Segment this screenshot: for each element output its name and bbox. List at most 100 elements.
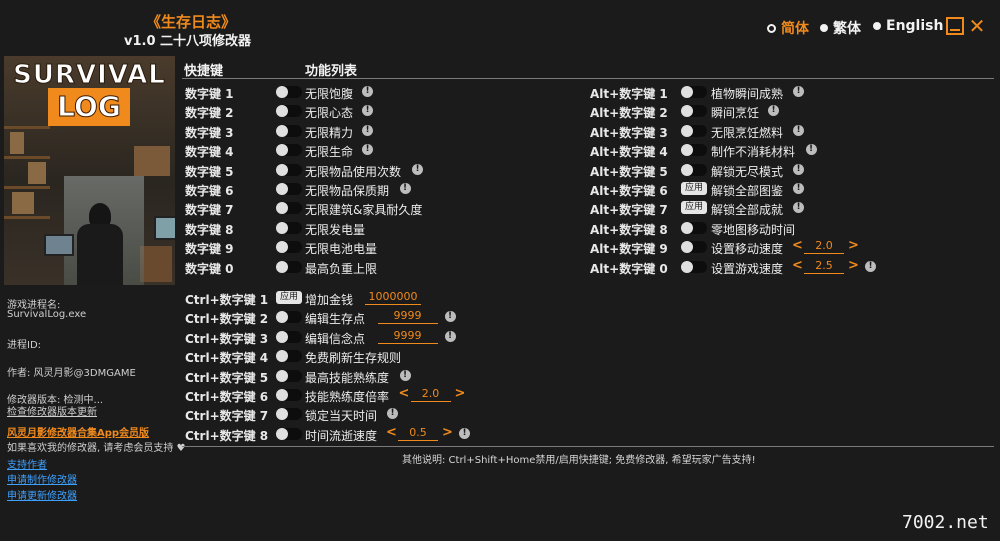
feature-label: 设置游戏速度 [711, 261, 784, 276]
hotkey-label: Alt+数字键 0 [590, 261, 668, 276]
member-app-link[interactable]: 风灵月影修改器合集App会员版 [7, 424, 149, 439]
support-author-link[interactable]: 支持作者 [7, 456, 47, 471]
value-input[interactable]: 2.0 [804, 239, 844, 255]
value-input[interactable]: 9999 [377, 329, 438, 344]
apply-button[interactable]: 应用 [681, 182, 707, 195]
feature-toggle[interactable] [276, 221, 302, 234]
feature-toggle[interactable] [276, 163, 302, 176]
feature-toggle[interactable] [681, 124, 707, 137]
feature-toggle[interactable] [276, 183, 302, 195]
hotkey-label: Alt+数字键 5 [590, 164, 668, 179]
warning-icon[interactable]: ! [805, 144, 817, 156]
feature-row: Ctrl+数字键 1 应用 增加金钱 1000000 [185, 288, 585, 308]
close-button[interactable]: ✕ [968, 16, 986, 36]
value-input[interactable]: 1000000 [365, 290, 421, 305]
warning-icon[interactable]: ! [362, 124, 373, 136]
feature-toggle[interactable] [276, 144, 302, 157]
apply-button[interactable]: 应用 [681, 201, 707, 215]
hotkey-label: Alt+数字键 8 [590, 222, 668, 237]
hotkey-label: Ctrl+数字键 8 [185, 428, 269, 443]
hotkey-label: Alt+数字键 2 [590, 106, 668, 121]
decrease-arrow-icon[interactable]: < [399, 386, 410, 401]
title-bar: 《生存日志》 v1.0 二十八项修改器 简体 繁体 English ✕ [0, 0, 1000, 56]
feature-label: 无限物品使用次数 [305, 164, 402, 179]
increase-arrow-icon[interactable]: > [442, 425, 453, 440]
decrease-arrow-icon[interactable]: < [792, 258, 803, 273]
warning-icon[interactable]: ! [459, 427, 470, 439]
increase-arrow-icon[interactable]: > [848, 258, 859, 273]
increase-arrow-icon[interactable]: > [455, 386, 466, 401]
warning-icon[interactable]: ! [793, 124, 804, 136]
site-watermark: 7002.net [902, 512, 989, 533]
warning-icon[interactable]: ! [387, 408, 398, 420]
feature-toggle[interactable] [681, 86, 707, 98]
warning-icon[interactable]: ! [793, 202, 804, 214]
request-update-link[interactable]: 申请更新修改器 [7, 487, 77, 502]
warning-icon[interactable]: ! [793, 163, 804, 175]
warning-icon[interactable]: ! [793, 86, 804, 97]
feature-toggle[interactable] [276, 389, 302, 401]
feature-label: 制作不消耗材料 [711, 145, 796, 160]
warning-icon[interactable]: ! [362, 144, 373, 156]
increase-arrow-icon[interactable]: > [848, 238, 859, 253]
check-update-link[interactable]: 检查修改器版本更新 [7, 403, 97, 418]
decrease-arrow-icon[interactable]: < [386, 425, 397, 440]
feature-row: 数字键 7 无限建筑&家具耐久度 [185, 198, 585, 218]
app-subtitle: v1.0 二十八项修改器 [124, 34, 252, 49]
request-trainer-link[interactable]: 申请制作修改器 [7, 471, 77, 486]
feature-toggle[interactable] [276, 311, 302, 324]
footer-divider [182, 446, 994, 447]
warning-icon[interactable]: ! [362, 105, 373, 117]
feature-label: 最高技能熟练度 [305, 370, 390, 385]
feature-row: Alt+数字键 6 应用 解锁全部图鉴! [590, 179, 990, 199]
value-input[interactable]: 2.0 [410, 387, 451, 402]
decrease-arrow-icon[interactable]: < [792, 238, 803, 253]
lang-label: English [886, 18, 944, 34]
hotkey-label: 数字键 4 [185, 145, 234, 160]
lang-english-option[interactable]: English [873, 18, 943, 34]
hotkey-label: 数字键 1 [185, 87, 234, 101]
feature-toggle[interactable] [276, 105, 302, 118]
feature-label: 编辑信念点 [305, 331, 366, 346]
feature-toggle[interactable] [681, 260, 707, 273]
hotkey-label: Ctrl+数字键 1 [185, 293, 269, 307]
feature-toggle[interactable] [276, 260, 302, 273]
feature-toggle[interactable] [276, 202, 302, 215]
feature-toggle[interactable] [681, 163, 707, 176]
value-input[interactable]: 0.5 [398, 426, 438, 441]
feature-toggle[interactable] [276, 86, 302, 98]
feature-toggle[interactable] [681, 241, 707, 254]
warning-icon[interactable]: ! [362, 86, 373, 97]
feature-toggle[interactable] [681, 144, 707, 157]
warning-icon[interactable]: ! [399, 183, 411, 194]
warning-icon[interactable]: ! [399, 369, 411, 381]
feature-toggle[interactable] [681, 221, 707, 234]
warning-icon[interactable]: ! [412, 163, 423, 175]
lang-traditional-option[interactable]: 繁体 [820, 18, 861, 38]
value-input[interactable]: 9999 [377, 309, 438, 325]
value-input[interactable]: 2.5 [804, 259, 844, 274]
warning-icon[interactable]: ! [444, 311, 456, 323]
hotkey-label: Alt+数字键 4 [590, 145, 668, 160]
apply-button[interactable]: 应用 [276, 291, 302, 304]
feature-toggle[interactable] [681, 105, 707, 118]
feature-toggle[interactable] [276, 350, 302, 363]
warning-icon[interactable]: ! [444, 330, 456, 342]
feature-toggle[interactable] [276, 124, 302, 137]
feature-row: Alt+数字键 2 瞬间烹饪! [590, 101, 990, 121]
feature-toggle[interactable] [276, 427, 302, 440]
feature-toggle[interactable] [276, 330, 302, 343]
warning-icon[interactable]: ! [768, 105, 779, 117]
feature-toggle[interactable] [276, 408, 302, 421]
feature-toggle[interactable] [276, 241, 302, 254]
lang-simplified-option[interactable]: 简体 [767, 18, 809, 38]
hotkey-label: 数字键 0 [185, 261, 234, 276]
warning-icon[interactable]: ! [793, 183, 804, 194]
support-text: 如果喜欢我的修改器, 请考虑会员支持 ♥ [7, 443, 186, 454]
hotkey-label: 数字键 7 [185, 203, 234, 218]
minimize-button[interactable] [946, 17, 964, 35]
radio-icon [820, 24, 828, 32]
warning-icon[interactable]: ! [865, 260, 876, 272]
hotkey-label: Alt+数字键 3 [590, 125, 668, 140]
feature-toggle[interactable] [276, 369, 302, 382]
